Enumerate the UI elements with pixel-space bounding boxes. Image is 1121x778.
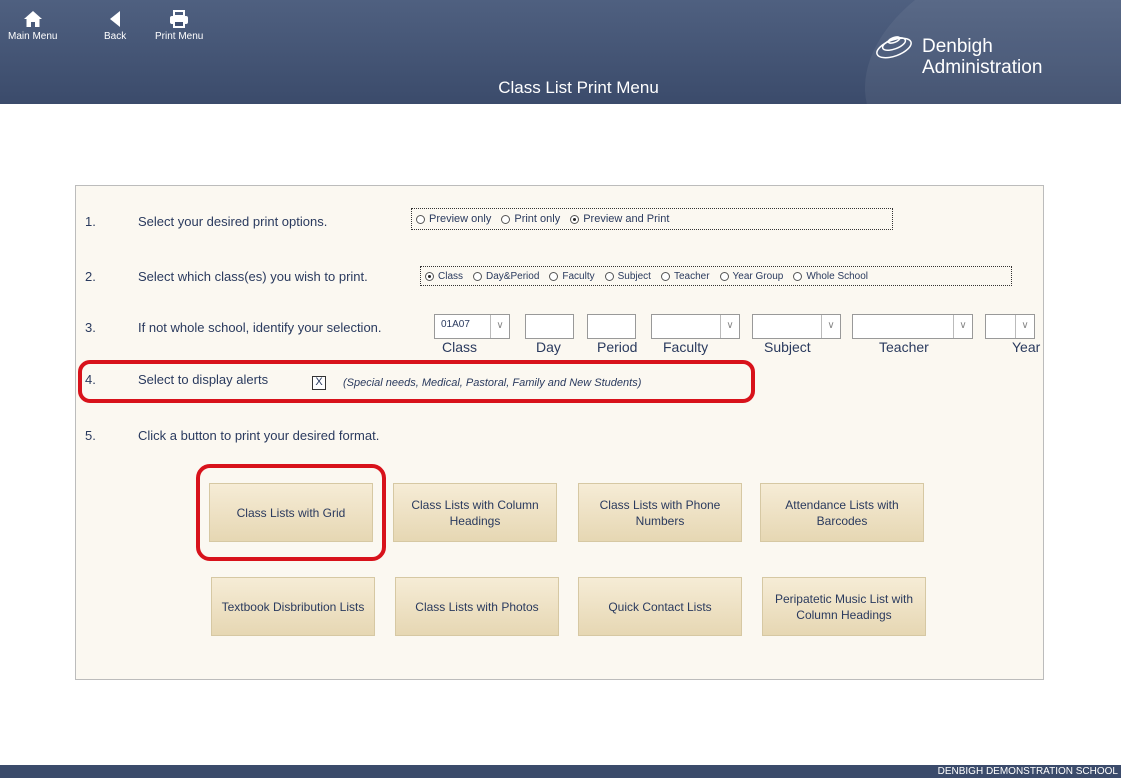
step-3-label: If not whole school, identify your selec… <box>138 320 382 335</box>
teacher-field-label: Teacher <box>879 339 929 355</box>
radio-subject[interactable]: Subject <box>604 271 651 282</box>
class-field-label: Class <box>442 339 478 355</box>
step-3-number: 3. <box>85 320 96 335</box>
main-menu-label: Main Menu <box>8 31 58 42</box>
brand-name: Denbigh Administration <box>922 36 1042 78</box>
radio-circle <box>719 271 729 281</box>
printer-icon <box>170 10 189 28</box>
class-lists-with-column-headings-button[interactable]: Class Lists with Column Headings <box>393 483 557 542</box>
chevron-down-icon: ∨ <box>821 315 840 338</box>
radio-circle-selected <box>425 271 434 281</box>
chevron-down-icon: ∨ <box>720 315 739 338</box>
chevron-down-icon: ∨ <box>490 315 509 338</box>
school-name: DENBIGH DEMONSTRATION SCHOOL <box>937 766 1118 777</box>
radio-whole-school[interactable]: Whole School <box>793 271 868 282</box>
radio-preview-only[interactable]: Preview only <box>416 213 491 225</box>
print-menu-button[interactable]: Print Menu <box>155 10 203 42</box>
radio-circle <box>660 271 670 281</box>
class-lists-with-photos-button[interactable]: Class Lists with Photos <box>395 577 559 636</box>
back-label: Back <box>104 31 127 42</box>
header-bar: Main Menu Back Print Menu Denbigh Admini… <box>0 0 1121 104</box>
class-scope-radio-group: Class Day&Period Faculty Subject Teacher… <box>420 266 1012 286</box>
page-title: Class List Print Menu <box>498 78 659 97</box>
year-field-label: Year <box>1012 339 1041 355</box>
radio-preview-and-print[interactable]: Preview and Print <box>570 213 669 225</box>
radio-circle <box>416 214 425 224</box>
chevron-down-icon: ∨ <box>953 315 972 338</box>
step-1-label: Select your desired print options. <box>138 214 328 229</box>
class-select[interactable]: 01A07 ∨ <box>434 314 510 339</box>
back-arrow-icon <box>110 11 121 27</box>
day-field-label: Day <box>536 339 561 355</box>
subject-field-label: Subject <box>764 339 811 355</box>
home-icon <box>23 11 42 27</box>
footer-bar: DENBIGH DEMONSTRATION SCHOOL <box>0 765 1121 778</box>
quick-contact-lists-button[interactable]: Quick Contact Lists <box>578 577 742 636</box>
radio-faculty[interactable]: Faculty <box>549 271 595 282</box>
radio-day-period[interactable]: Day&Period <box>473 271 539 282</box>
brand-line2: Administration <box>922 57 1043 78</box>
teacher-select[interactable]: ∨ <box>852 314 973 339</box>
denbigh-logo-icon <box>876 36 912 59</box>
period-field[interactable] <box>587 314 636 339</box>
step-2-number: 2. <box>85 269 96 284</box>
step-2-label: Select which class(es) you wish to print… <box>138 269 368 284</box>
textbook-distribution-lists-button[interactable]: Textbook Disbribution Lists <box>211 577 375 636</box>
main-menu-button[interactable]: Main Menu <box>8 10 57 42</box>
period-field-label: Period <box>597 339 638 355</box>
brand-line1: Denbigh <box>922 36 993 57</box>
radio-circle <box>473 271 483 281</box>
faculty-field-label: Faculty <box>663 339 709 355</box>
subject-select[interactable]: ∨ <box>752 314 841 339</box>
day-field[interactable] <box>525 314 574 339</box>
chevron-down-icon: ∨ <box>1015 315 1034 338</box>
peripatetic-music-list-button[interactable]: Peripatetic Music List with Column Headi… <box>762 577 926 636</box>
radio-year-group[interactable]: Year Group <box>719 271 783 282</box>
attendance-lists-with-barcodes-button[interactable]: Attendance Lists with Barcodes <box>760 483 924 542</box>
step-1-number: 1. <box>85 214 96 229</box>
radio-print-only[interactable]: Print only <box>501 213 560 225</box>
step-5-number: 5. <box>85 428 96 443</box>
radio-circle <box>501 214 511 224</box>
class-select-value: 01A07 <box>441 319 470 330</box>
radio-circle <box>604 271 614 281</box>
radio-circle-selected <box>570 214 580 224</box>
back-button[interactable]: Back <box>104 10 126 42</box>
print-options-radio-group: Preview only Print only Preview and Prin… <box>411 208 893 230</box>
grid-button-highlight-outline <box>196 464 386 561</box>
radio-teacher[interactable]: Teacher <box>660 271 710 282</box>
radio-circle <box>549 271 559 281</box>
alerts-highlight-outline <box>78 360 755 403</box>
radio-circle <box>793 271 803 281</box>
year-select[interactable]: ∨ <box>985 314 1035 339</box>
print-menu-label: Print Menu <box>155 31 204 42</box>
step-5-label: Click a button to print your desired for… <box>138 428 380 443</box>
class-lists-with-phone-numbers-button[interactable]: Class Lists with Phone Numbers <box>578 483 742 542</box>
radio-class[interactable]: Class <box>425 271 463 282</box>
print-options-panel: 1. Select your desired print options. Pr… <box>75 185 1044 680</box>
faculty-select[interactable]: ∨ <box>651 314 740 339</box>
